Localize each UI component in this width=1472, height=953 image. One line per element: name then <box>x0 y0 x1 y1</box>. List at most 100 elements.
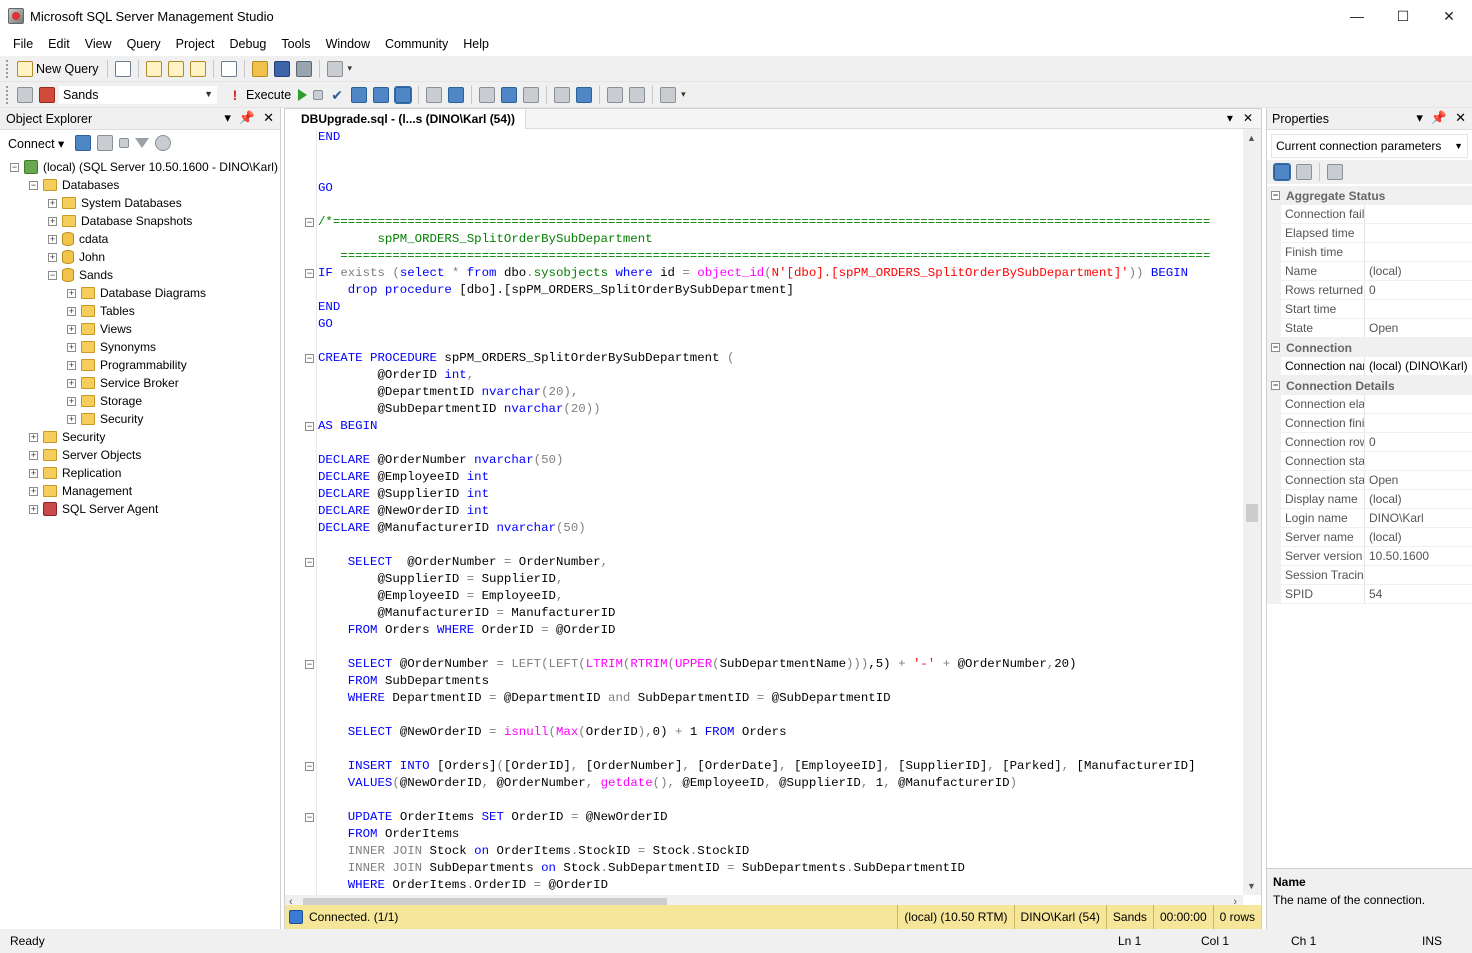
expand-icon[interactable]: + <box>29 450 38 460</box>
maximize-button[interactable]: ☐ <box>1380 0 1426 32</box>
query-designer-icon[interactable] <box>373 86 390 103</box>
tree-node[interactable]: + Synonyms <box>0 338 280 356</box>
menu-edit[interactable]: Edit <box>41 37 78 51</box>
property-category[interactable]: − Connection <box>1267 338 1472 357</box>
collapse-region-icon[interactable]: − <box>305 354 314 363</box>
client-statistics-icon[interactable] <box>448 86 465 103</box>
menu-community[interactable]: Community <box>378 37 456 51</box>
tree-node[interactable]: + SQL Server Agent <box>0 500 280 518</box>
tree-node[interactable]: + Management <box>0 482 280 500</box>
connect-dropdown-button[interactable]: Connect ▾ <box>8 136 64 151</box>
property-pages-icon[interactable] <box>1327 164 1343 180</box>
tree-node[interactable]: − Sands <box>0 266 280 284</box>
menu-tools[interactable]: Tools <box>274 37 318 51</box>
display-estimated-plan-icon[interactable] <box>351 86 368 103</box>
open-file-icon[interactable] <box>251 60 268 77</box>
property-row[interactable]: Rows returned 0 <box>1267 281 1472 300</box>
menu-query[interactable]: Query <box>120 37 169 51</box>
collapse-region-icon[interactable]: − <box>305 762 314 771</box>
uncomment-lines-icon[interactable] <box>576 86 593 103</box>
tree-node[interactable]: − Databases <box>0 176 280 194</box>
debug-play-icon[interactable] <box>298 88 308 101</box>
pin-icon[interactable]: 📌 <box>1431 110 1447 126</box>
window-position-dropdown-icon[interactable]: ▾ <box>224 110 231 126</box>
active-files-dropdown-icon[interactable]: ▾ <box>1227 111 1233 125</box>
increase-indent-icon[interactable] <box>629 86 646 103</box>
tree-node[interactable]: + Service Broker <box>0 374 280 392</box>
decrease-indent-icon[interactable] <box>607 86 624 103</box>
expand-icon[interactable]: + <box>67 396 76 406</box>
expand-icon[interactable]: + <box>67 288 76 298</box>
toolbar-overflow-icon[interactable]: ▾ <box>348 63 353 74</box>
property-row[interactable]: Connection failures <box>1267 205 1472 224</box>
expand-icon[interactable]: + <box>67 414 76 424</box>
connect-object-explorer-icon[interactable] <box>75 135 92 151</box>
expand-icon[interactable]: + <box>48 216 57 226</box>
collapse-icon[interactable]: − <box>1271 343 1280 352</box>
tree-node[interactable]: + Views <box>0 320 280 338</box>
menu-window[interactable]: Window <box>319 37 378 51</box>
close-button[interactable]: ✕ <box>1426 0 1472 32</box>
toolbar-grip[interactable] <box>6 85 10 104</box>
properties-object-selector[interactable]: Current connection parameters ▼ <box>1271 134 1468 158</box>
property-row[interactable]: State Open <box>1267 319 1472 338</box>
parse-checkmark-icon[interactable]: ✔ <box>329 87 345 103</box>
property-row[interactable]: Connection finish time <box>1267 414 1472 433</box>
close-panel-icon[interactable]: ✕ <box>263 110 274 126</box>
filter-icon[interactable] <box>135 138 150 148</box>
close-panel-icon[interactable]: ✕ <box>1455 110 1466 126</box>
comment-lines-icon[interactable] <box>554 86 571 103</box>
expand-icon[interactable]: + <box>29 468 38 478</box>
property-category[interactable]: − Connection Details <box>1267 376 1472 395</box>
cancel-query-icon[interactable] <box>313 89 324 100</box>
code-editor[interactable]: − − − − − − − − END GO /*========================… <box>285 129 1243 895</box>
scroll-up-icon[interactable]: ▲ <box>1247 133 1256 143</box>
tree-node[interactable]: − (local) (SQL Server 10.50.1600 - DINO\K… <box>0 158 280 176</box>
window-position-dropdown-icon[interactable]: ▾ <box>1416 110 1423 126</box>
close-tab-icon[interactable]: ✕ <box>1243 111 1253 125</box>
expand-icon[interactable]: + <box>67 378 76 388</box>
tab-dbupgrade-sql[interactable]: DBUpgrade.sql - (l...s (DINO\Karl (54)) <box>285 108 527 129</box>
property-row[interactable]: Login name DINO\Karl <box>1267 509 1472 528</box>
tree-node[interactable]: + Security <box>0 428 280 446</box>
connect-icon[interactable] <box>17 86 33 103</box>
toolbar-grip[interactable] <box>6 59 10 78</box>
tree-node[interactable]: + Server Objects <box>0 446 280 464</box>
property-row[interactable]: Server version 10.50.1600 <box>1267 547 1472 566</box>
include-actual-plan-icon[interactable] <box>426 86 443 103</box>
property-row[interactable]: Finish time <box>1267 243 1472 262</box>
results-options-icon[interactable] <box>394 85 413 104</box>
save-icon[interactable] <box>273 60 290 77</box>
collapse-region-icon[interactable]: − <box>305 269 314 278</box>
menu-project[interactable]: Project <box>169 37 223 51</box>
property-row[interactable]: Connection name (local) (DINO\Karl) <box>1267 357 1472 376</box>
property-row[interactable]: Elapsed time <box>1267 224 1472 243</box>
collapse-region-icon[interactable]: − <box>305 813 314 822</box>
expand-icon[interactable]: + <box>67 360 76 370</box>
expand-icon[interactable]: + <box>67 324 76 334</box>
print-icon[interactable] <box>295 60 312 77</box>
expand-icon[interactable]: + <box>29 504 38 514</box>
collapse-icon[interactable]: − <box>29 180 38 190</box>
property-row[interactable]: Connection state Open <box>1267 471 1472 490</box>
collapse-icon[interactable]: − <box>1271 191 1280 200</box>
minimize-button[interactable]: — <box>1334 0 1380 32</box>
toolbar-overflow-icon[interactable]: ▾ <box>681 89 686 100</box>
tree-node[interactable]: + Storage <box>0 392 280 410</box>
results-to-grid-icon[interactable] <box>501 86 518 103</box>
expand-icon[interactable]: + <box>29 432 38 442</box>
specify-template-values-icon[interactable] <box>660 86 677 103</box>
disconnect-icon[interactable] <box>39 86 55 103</box>
property-row[interactable]: Display name (local) <box>1267 490 1472 509</box>
alphabetical-icon[interactable] <box>1296 164 1312 180</box>
property-row[interactable]: Connection elapsed time <box>1267 395 1472 414</box>
tree-node[interactable]: + Replication <box>0 464 280 482</box>
expand-icon[interactable]: + <box>48 252 57 262</box>
property-category[interactable]: − Aggregate Status <box>1267 186 1472 205</box>
tree-node[interactable]: + Database Diagrams <box>0 284 280 302</box>
results-to-file-icon[interactable] <box>523 86 540 103</box>
categorized-icon[interactable] <box>1273 163 1291 181</box>
property-row[interactable]: Server name (local) <box>1267 528 1472 547</box>
collapse-region-icon[interactable]: − <box>305 558 314 567</box>
tree-node[interactable]: + Programmability <box>0 356 280 374</box>
